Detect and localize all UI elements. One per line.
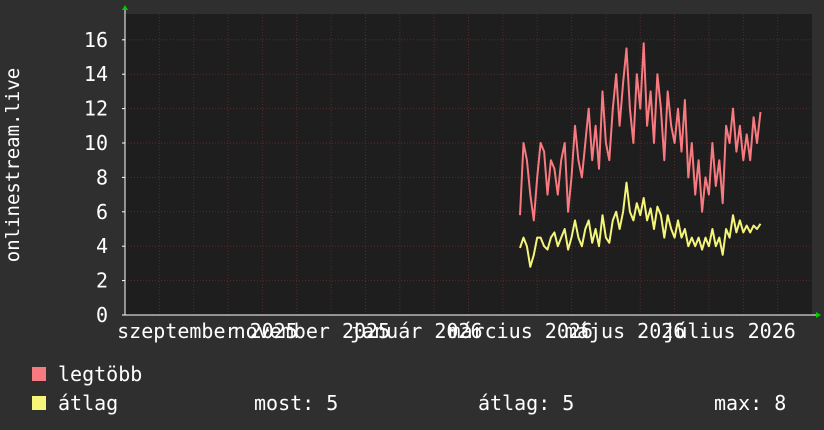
legend-label-avg: átlag bbox=[58, 391, 119, 415]
legend-label-max: legtöbb bbox=[58, 362, 143, 386]
y-axis-label: onlinestream.live bbox=[2, 68, 24, 262]
legend-swatch-avg bbox=[32, 396, 46, 410]
y-tick-label: 14 bbox=[84, 62, 108, 86]
y-tick-label: 2 bbox=[96, 269, 108, 293]
legend-item-max: legtöbb bbox=[32, 362, 142, 386]
y-axis-arrow bbox=[122, 5, 128, 10]
legend-swatch-max bbox=[32, 367, 46, 381]
stat-now: most: 5 bbox=[254, 391, 339, 415]
y-tick-label: 12 bbox=[84, 97, 108, 121]
x-tick-labels: szeptember 2025november 2025január 2026m… bbox=[117, 319, 796, 343]
grid bbox=[125, 14, 812, 315]
stat-avg: átlag: 5 bbox=[478, 391, 575, 415]
chart: 0 2 4 6 8 10 12 14 16 szeptember 2025november 20… bbox=[2, 5, 821, 343]
x-axis-arrow bbox=[816, 312, 821, 318]
y-tick-labels: 0 2 4 6 8 10 12 14 16 bbox=[84, 28, 125, 327]
y-tick-label: 16 bbox=[84, 28, 108, 52]
y-tick-label: 10 bbox=[84, 131, 108, 155]
y-tick-label: 6 bbox=[96, 200, 108, 224]
y-tick-label: 0 bbox=[96, 303, 108, 327]
y-tick-label: 4 bbox=[96, 234, 108, 258]
stat-max: max: 8 bbox=[714, 391, 787, 415]
y-tick-label: 8 bbox=[96, 165, 108, 189]
x-tick-label: július 2026 bbox=[663, 319, 795, 343]
legend-item-avg: átlag bbox=[32, 391, 118, 415]
